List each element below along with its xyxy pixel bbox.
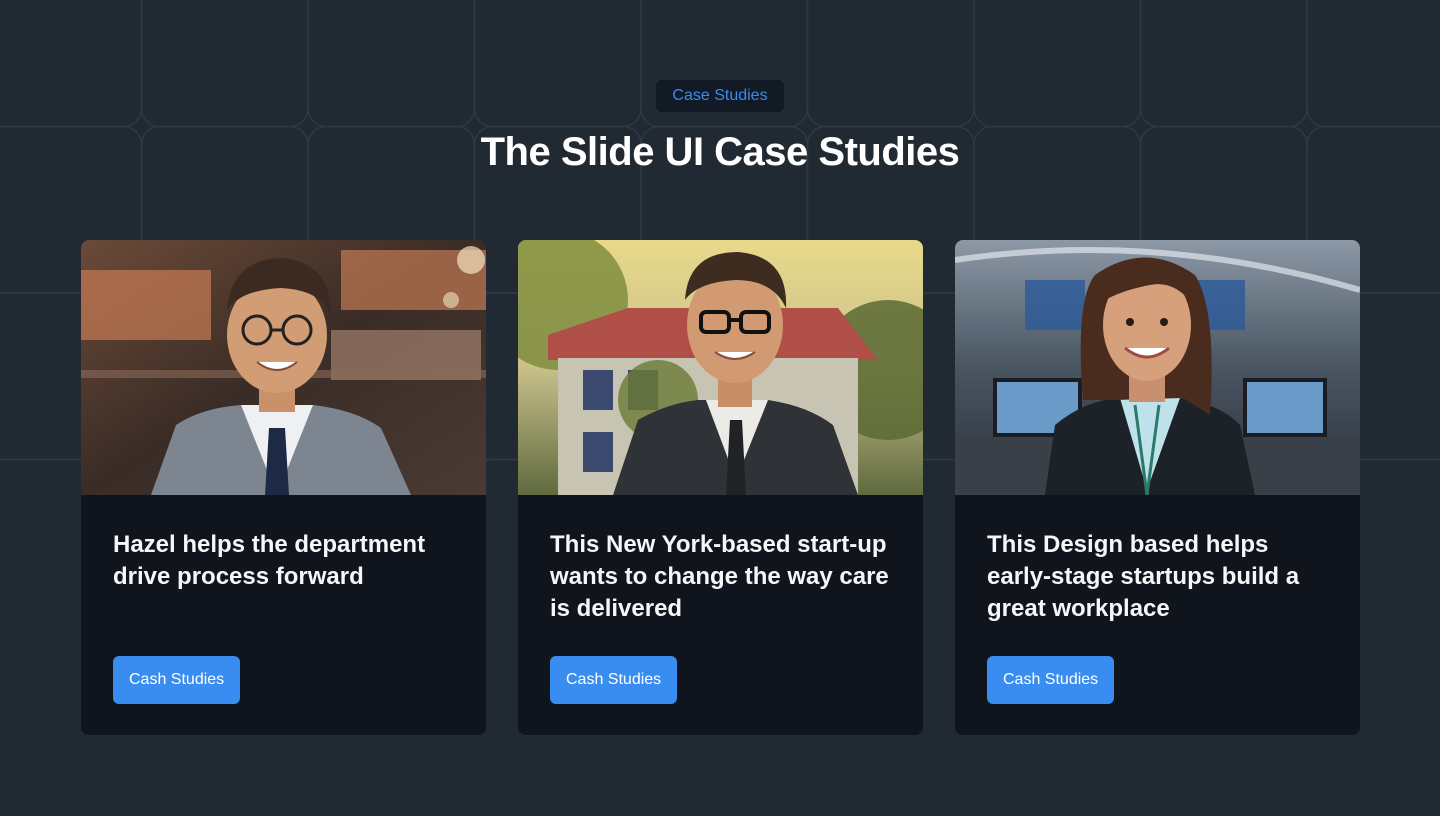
case-study-button-1[interactable]: Cash Studies (113, 656, 241, 704)
case-study-text: This Design based helps early-stage star… (987, 531, 1300, 622)
case-study-body-3: This Design based helps early-stage star… (955, 495, 1360, 735)
case-study-card-1: Hazel helps the department drive process… (81, 240, 486, 735)
case-study-text: Hazel helps the department drive process… (113, 531, 426, 590)
case-study-image-2 (518, 240, 923, 495)
case-study-body-1: Hazel helps the department drive process… (81, 495, 486, 735)
section-header: Case Studies The Slide UI Case Studies (0, 80, 1440, 175)
case-study-button-3[interactable]: Cash Studies (987, 656, 1115, 704)
case-study-body-2: This New York-based start-up wants to ch… (518, 495, 923, 735)
section-badge: Case Studies (656, 80, 784, 112)
case-study-text: This New York-based start-up wants to ch… (550, 531, 889, 622)
case-study-card-2: This New York-based start-up wants to ch… (518, 240, 923, 735)
case-study-card-3: This Design based helps early-stage star… (955, 240, 1360, 735)
page-title: The Slide UI Case Studies (480, 130, 960, 174)
case-study-image-3 (955, 240, 1360, 495)
case-study-button-2[interactable]: Cash Studies (550, 656, 678, 704)
case-study-image-1 (81, 240, 486, 495)
